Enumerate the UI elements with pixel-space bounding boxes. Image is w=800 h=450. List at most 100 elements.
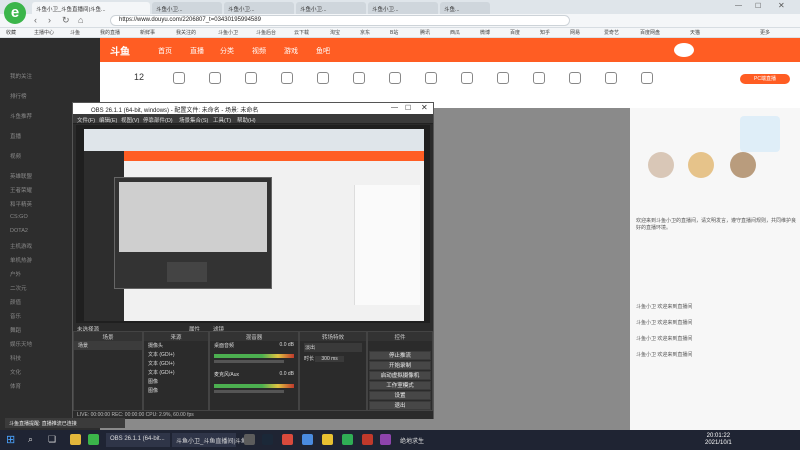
bookmark-item[interactable]: 知乎 (540, 29, 550, 36)
category-item[interactable] (452, 72, 482, 89)
browser-tab[interactable]: 斗鱼小卫... (224, 2, 294, 14)
menu-item[interactable]: 视图(V) (121, 116, 139, 124)
category-item[interactable] (488, 72, 518, 89)
category-item[interactable] (380, 72, 410, 89)
source-item[interactable]: 文本 (GDI+) (144, 359, 208, 368)
bookmark-item[interactable]: 淘宝 (330, 29, 340, 36)
nav-link[interactable]: 首页 (158, 46, 172, 56)
source-item[interactable]: 文本 (GDI+) (144, 350, 208, 359)
app-icon[interactable] (244, 434, 255, 445)
category-item[interactable] (344, 72, 374, 89)
bookmark-item[interactable]: 爱奇艺 (604, 29, 619, 36)
category-item[interactable] (200, 72, 230, 89)
sidebar-item[interactable]: 娱乐天地 (10, 340, 32, 348)
folder-icon[interactable] (70, 434, 81, 445)
category-item[interactable]: 12 (124, 72, 154, 88)
app-icon[interactable] (302, 434, 313, 445)
menu-item[interactable]: 停靠部件(D) (143, 116, 173, 124)
browser-tab[interactable]: 斗鱼... (440, 2, 490, 14)
sidebar-item[interactable]: 斗鱼推荐 (10, 112, 32, 120)
sidebar-item[interactable]: 户外 (10, 270, 21, 278)
close-icon[interactable]: ✕ (421, 103, 428, 112)
category-item[interactable] (632, 72, 662, 89)
sidebar-item[interactable]: 视频 (10, 152, 21, 160)
sidebar-item[interactable]: 直播 (10, 132, 21, 140)
task-view-icon[interactable]: ❏ (48, 434, 56, 445)
search-icon[interactable]: ⌕ (28, 434, 33, 445)
browser-icon[interactable] (88, 434, 99, 445)
back-icon[interactable]: ‹ (34, 15, 37, 25)
avatar[interactable] (730, 152, 756, 178)
menu-item[interactable]: 帮助(H) (237, 116, 256, 124)
studio-mode-button[interactable]: 工作室模式 (369, 381, 431, 390)
transition-select[interactable]: 淡出 (304, 343, 362, 352)
category-item[interactable] (272, 72, 302, 89)
menu-item[interactable]: 场景集合(S) (179, 116, 208, 124)
sidebar-item[interactable]: 单机热游 (10, 256, 32, 264)
category-item[interactable] (308, 72, 338, 89)
taskbar-item-browser[interactable]: 斗鱼小卫_斗鱼直播间|斗鱼... (172, 433, 252, 447)
bookmark-item[interactable]: 百度网盘 (640, 29, 660, 36)
volume-slider[interactable] (214, 390, 284, 393)
refresh-icon[interactable]: ↻ (62, 15, 70, 26)
bookmark-item[interactable]: 西瓜 (450, 29, 460, 36)
settings-button[interactable]: 设置 (369, 391, 431, 400)
bookmark-item[interactable]: 我的直播 (100, 29, 120, 36)
home-icon[interactable]: ⌂ (78, 15, 83, 25)
browser-logo-icon[interactable]: e (4, 2, 26, 24)
douyu-logo[interactable]: 斗鱼 (110, 43, 130, 58)
stop-stream-button[interactable]: 停止推流 (369, 351, 431, 360)
bookmark-item[interactable]: 百度 (510, 29, 520, 36)
avatar[interactable] (648, 152, 674, 178)
sidebar-item[interactable]: 颜值 (10, 298, 21, 306)
app-icon[interactable] (380, 434, 391, 445)
category-item[interactable] (416, 72, 446, 89)
start-recording-button[interactable]: 开始录制 (369, 361, 431, 370)
nav-link[interactable]: 分类 (220, 46, 234, 56)
sidebar-item[interactable]: DOTA2 (10, 228, 28, 234)
browser-tab[interactable]: 斗鱼小卫_斗鱼直播间|斗鱼... (32, 2, 150, 14)
minimize-icon[interactable]: — (391, 104, 398, 111)
wechat-icon[interactable] (342, 434, 353, 445)
source-item[interactable]: 摄像头 (144, 341, 208, 350)
close-icon[interactable]: ✕ (778, 1, 785, 10)
taskbar-item-game[interactable]: 绝地求生 (396, 433, 446, 447)
source-item[interactable]: 图像 (144, 386, 208, 395)
category-item[interactable] (164, 72, 194, 89)
bookmark-item[interactable]: 网易 (570, 29, 580, 36)
bookmark-item[interactable]: 更多 (760, 29, 770, 36)
bookmark-item[interactable]: B站 (390, 29, 398, 36)
virtual-camera-button[interactable]: 启动虚拟摄像机 (369, 371, 431, 380)
nav-link[interactable]: 鱼吧 (316, 46, 330, 56)
obs-preview[interactable] (76, 125, 430, 323)
steam-icon[interactable] (262, 434, 273, 445)
sidebar-item[interactable]: CS:GO (10, 214, 28, 220)
bookmark-item[interactable]: 主播中心 (34, 29, 54, 36)
maximize-icon[interactable]: ☐ (405, 104, 411, 112)
source-item[interactable]: 图像 (144, 377, 208, 386)
forward-icon[interactable]: › (48, 15, 51, 25)
bookmark-item[interactable]: 京东 (360, 29, 370, 36)
nav-link[interactable]: 视频 (252, 46, 266, 56)
sidebar-item[interactable]: 排行榜 (10, 92, 27, 100)
minimize-icon[interactable]: — (735, 2, 742, 9)
sidebar-item[interactable]: 体育 (10, 382, 21, 390)
system-clock[interactable]: 20:01:22 2021/10/1 (705, 433, 732, 447)
category-item[interactable] (236, 72, 266, 89)
bookmark-item[interactable]: 云下载 (294, 29, 309, 36)
sidebar-item[interactable]: 和平精英 (10, 200, 32, 208)
browser-tab[interactable]: 斗鱼小卫... (368, 2, 438, 14)
browser-tab[interactable]: 斗鱼小卫... (152, 2, 222, 14)
nav-link[interactable]: 游戏 (284, 46, 298, 56)
app-icon[interactable] (362, 434, 373, 445)
nav-link[interactable]: 直播 (190, 46, 204, 56)
exit-button[interactable]: 退出 (369, 401, 431, 410)
sidebar-item[interactable]: 二次元 (10, 284, 27, 292)
menu-item[interactable]: 工具(T) (213, 116, 231, 124)
app-icon[interactable] (282, 434, 293, 445)
category-item[interactable] (560, 72, 590, 89)
volume-slider[interactable] (214, 360, 284, 363)
sidebar-item[interactable]: 舞蹈 (10, 326, 21, 334)
avatar[interactable] (674, 43, 694, 57)
category-item[interactable] (524, 72, 554, 89)
